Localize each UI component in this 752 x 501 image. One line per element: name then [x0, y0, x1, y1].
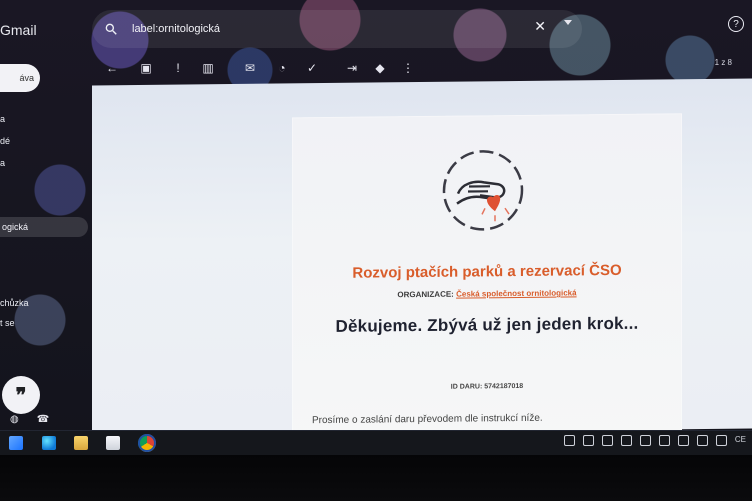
mark-unread-icon[interactable]: ✉: [242, 60, 258, 76]
sidebar-item-2[interactable]: dé: [0, 136, 10, 146]
email-title: Rozvoj ptačích parků a rezervací ČSO: [352, 261, 622, 282]
search-input[interactable]: label:ornitologická: [132, 23, 220, 35]
gmail-logo: Gmail: [0, 22, 37, 38]
system-tray: CE: [563, 435, 746, 446]
more-options-icon[interactable]: ⋮: [400, 60, 416, 76]
sidebar-item-active[interactable]: ogická: [0, 217, 88, 237]
add-task-icon[interactable]: ✓: [304, 60, 320, 76]
search-icon[interactable]: [96, 14, 126, 44]
organization-link[interactable]: Česká společnost ornitologická: [456, 288, 576, 298]
donation-id: ID DARU: 5742187018: [292, 381, 682, 392]
network-icon[interactable]: [582, 435, 594, 446]
organization-label: ORGANIZACE:: [397, 289, 454, 300]
mute-icon[interactable]: [696, 435, 708, 446]
meet-icon[interactable]: ◍: [10, 414, 19, 425]
sidebar-item-3[interactable]: a: [0, 158, 5, 168]
label-icon[interactable]: ◆: [372, 60, 388, 76]
email-card: Rozvoj ptačích parků a rezervací ČSO ORG…: [292, 113, 682, 448]
sidebar-item-5[interactable]: chůzka: [0, 298, 29, 308]
file-explorer-icon[interactable]: [74, 436, 88, 450]
bluetooth-icon[interactable]: [601, 435, 613, 446]
sidebar-item-1[interactable]: a: [0, 114, 5, 124]
message-toolbar: ← ▣ ! ▥ ✉ ◔ ✓ ⇥ ◆ ⋮: [100, 56, 660, 80]
chat-icon[interactable]: ❞: [2, 376, 40, 414]
battery-icon[interactable]: [639, 435, 651, 446]
phone-icon[interactable]: ☎: [37, 414, 49, 425]
thank-you-headline: Děkujeme. Zbývá už jen jeden krok...: [335, 313, 639, 336]
chrome-icon[interactable]: [138, 434, 156, 452]
archive-icon[interactable]: ▣: [138, 60, 154, 76]
close-icon[interactable]: ✕: [534, 18, 546, 35]
back-icon[interactable]: ←: [104, 60, 120, 76]
tray-label: CE: [734, 435, 746, 444]
report-spam-icon[interactable]: !: [170, 60, 186, 76]
help-icon[interactable]: ?: [728, 16, 744, 32]
windows-security-icon[interactable]: [620, 435, 632, 446]
screen: Gmail label:ornitologická ✕ ? ← ▣ ! ▥ ✉ …: [0, 0, 752, 455]
meet-now-icon[interactable]: [563, 435, 575, 446]
store-icon[interactable]: [106, 436, 120, 450]
notifications-icon[interactable]: [715, 435, 727, 446]
snooze-icon[interactable]: ◔: [274, 60, 290, 76]
compose-button[interactable]: áva: [0, 64, 40, 92]
monitor-bezel: [0, 455, 752, 501]
donation-logo-svg: [442, 150, 524, 231]
donation-id-label: ID DARU:: [450, 383, 483, 391]
donation-logo: [438, 145, 528, 236]
move-to-icon[interactable]: ⇥: [344, 60, 360, 76]
sidebar-bottom-icons: ◍ ☎: [10, 414, 49, 425]
search-bar[interactable]: label:ornitologická ✕: [92, 10, 582, 48]
delete-icon[interactable]: ▥: [200, 60, 216, 76]
sidebar-item-6[interactable]: t se: [0, 318, 15, 328]
search-icon-svg: [105, 23, 117, 35]
email-pane: Rozvoj ptačích parků a rezervací ČSO ORG…: [92, 78, 752, 448]
windows-start-icon[interactable]: [9, 436, 23, 450]
chevron-down-icon[interactable]: [564, 20, 572, 25]
edge-icon[interactable]: [42, 436, 56, 450]
organization-row: ORGANIZACE: Česká společnost ornitologic…: [292, 287, 682, 300]
pagination-text: 1 z 8: [714, 58, 732, 67]
volume-icon[interactable]: [677, 435, 689, 446]
wifi-icon[interactable]: [658, 435, 670, 446]
donation-id-value: 5742187018: [484, 382, 524, 391]
sidebar: áva a dé a ogická chůzka t se ❞ ◍ ☎: [0, 62, 102, 442]
taskbar: CE: [0, 430, 752, 455]
